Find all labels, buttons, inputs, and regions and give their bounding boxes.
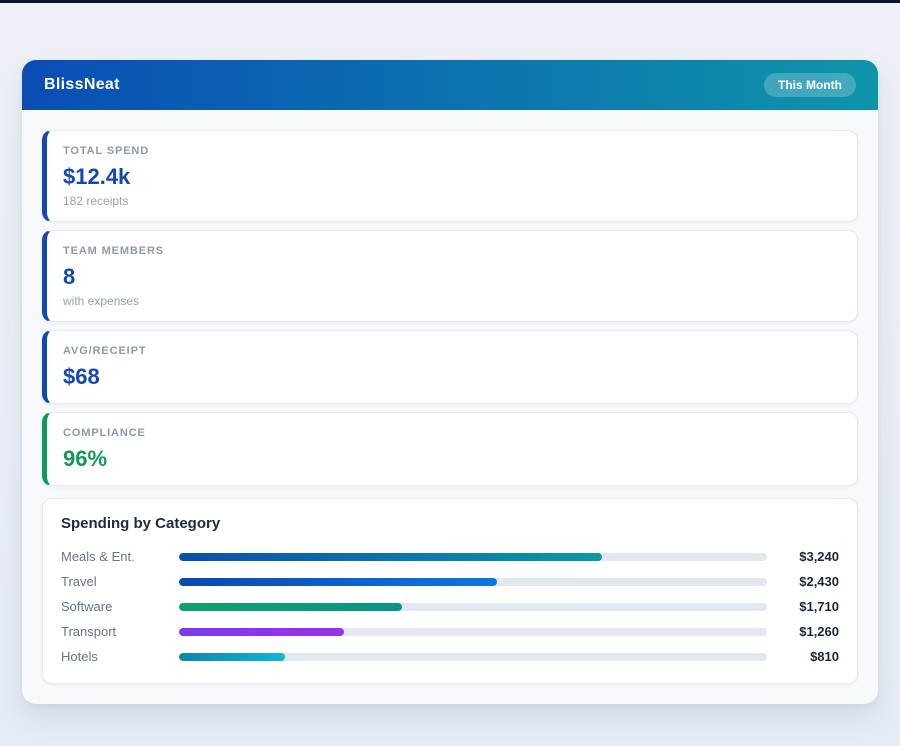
app-header: BlissNeat This Month <box>22 60 878 110</box>
stat-card-team-members: TEAM MEMBERS 8 with expenses <box>42 230 858 322</box>
spending-by-category-card: Spending by Category Meals & Ent. $3,240… <box>42 498 858 684</box>
bar-fill <box>179 578 497 586</box>
chart-title: Spending by Category <box>61 515 839 532</box>
category-label: Software <box>61 599 179 614</box>
category-label: Travel <box>61 574 179 589</box>
bar-track <box>179 578 767 586</box>
category-value: $2,430 <box>767 574 839 589</box>
dashboard-panel: BlissNeat This Month TOTAL SPEND $12.4k … <box>22 60 878 704</box>
bar-track <box>179 553 767 561</box>
category-label: Meals & Ent. <box>61 549 179 564</box>
stat-subtext: with expenses <box>63 294 841 308</box>
stat-value: $68 <box>63 364 841 390</box>
bar-fill <box>179 603 402 611</box>
stat-subtext: 182 receipts <box>63 194 841 208</box>
category-value: $1,260 <box>767 624 839 639</box>
bar-fill <box>179 653 285 661</box>
period-selector-badge[interactable]: This Month <box>764 73 856 97</box>
chart-row-travel: Travel $2,430 <box>61 573 839 590</box>
stat-label: AVG/RECEIPT <box>63 344 841 358</box>
category-value: $1,710 <box>767 599 839 614</box>
stat-card-total-spend: TOTAL SPEND $12.4k 182 receipts <box>42 130 858 222</box>
stat-value: 96% <box>63 446 841 472</box>
stat-label: TEAM MEMBERS <box>63 244 841 258</box>
stat-value: $12.4k <box>63 164 841 190</box>
stat-card-avg-receipt: AVG/RECEIPT $68 <box>42 330 858 404</box>
chart-row-hotels: Hotels $810 <box>61 648 839 665</box>
category-value: $3,240 <box>767 549 839 564</box>
app-title: BlissNeat <box>44 76 120 94</box>
chart-row-meals: Meals & Ent. $3,240 <box>61 548 839 565</box>
category-value: $810 <box>767 649 839 664</box>
stat-value: 8 <box>63 264 841 290</box>
bar-fill <box>179 628 344 636</box>
category-label: Hotels <box>61 649 179 664</box>
bar-track <box>179 603 767 611</box>
stat-label: TOTAL SPEND <box>63 144 841 158</box>
dashboard-content: TOTAL SPEND $12.4k 182 receipts TEAM MEM… <box>22 110 878 704</box>
stat-label: COMPLIANCE <box>63 426 841 440</box>
chart-row-software: Software $1,710 <box>61 598 839 615</box>
bar-track <box>179 628 767 636</box>
bar-track <box>179 653 767 661</box>
chart-rows: Meals & Ent. $3,240 Travel $2,430 Softwa… <box>61 548 839 665</box>
category-label: Transport <box>61 624 179 639</box>
stat-card-compliance: COMPLIANCE 96% <box>42 412 858 486</box>
window-top-edge <box>0 0 900 3</box>
bar-fill <box>179 553 602 561</box>
chart-row-transport: Transport $1,260 <box>61 623 839 640</box>
